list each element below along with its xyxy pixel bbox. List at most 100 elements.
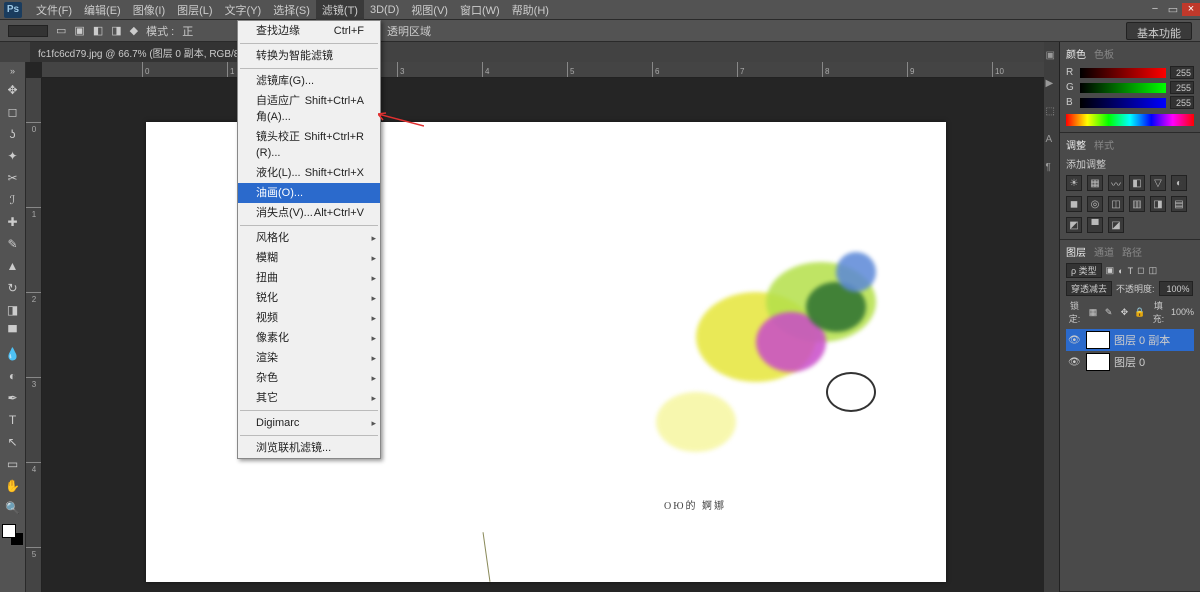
opt-icon[interactable]: ▣	[74, 24, 84, 37]
fg-swatch[interactable]	[2, 524, 16, 538]
tab-layers[interactable]: 图层	[1066, 244, 1086, 259]
menu-item[interactable]: 油画(O)...	[238, 183, 380, 203]
stamp-tool[interactable]: ▲	[2, 256, 24, 276]
crop-tool[interactable]: ✂	[2, 168, 24, 188]
hue-icon[interactable]: ◐	[1171, 175, 1187, 191]
menu-view[interactable]: 视图(V)	[405, 0, 454, 20]
gradient-tool[interactable]: ▀	[2, 322, 24, 342]
lock-paint-icon[interactable]: ✎	[1103, 307, 1115, 318]
menu-item[interactable]: 消失点(V)...Alt+Ctrl+V	[238, 203, 380, 223]
opt-icon[interactable]: ▭	[56, 24, 66, 37]
document-tab[interactable]: fc1fc6cd79.jpg @ 66.7% (图层 0 副本, RGB/8#)…	[30, 42, 271, 63]
menu-help[interactable]: 帮助(H)	[506, 0, 555, 20]
opt-icon[interactable]: ◨	[111, 24, 121, 37]
lock-all-icon[interactable]: 🔒	[1134, 307, 1146, 318]
lock-pos-icon[interactable]: ✥	[1119, 307, 1131, 318]
actions-dock-icon[interactable]: ▶	[1046, 78, 1058, 90]
color-swatches[interactable]	[2, 524, 24, 546]
tab-channels[interactable]: 通道	[1094, 244, 1114, 259]
gradient-map-icon[interactable]: ▀	[1087, 217, 1103, 233]
eraser-tool[interactable]: ◨	[2, 300, 24, 320]
menu-edit[interactable]: 编辑(E)	[78, 0, 127, 20]
menu-item[interactable]: 渲染	[238, 348, 380, 368]
menu-item[interactable]: 视频	[238, 308, 380, 328]
toolbox-collapse-icon[interactable]: »	[10, 66, 15, 76]
menu-item[interactable]: 杂色	[238, 368, 380, 388]
para-dock-icon[interactable]: ¶	[1046, 162, 1058, 174]
menu-item[interactable]: 镜头校正(R)...Shift+Ctrl+R	[238, 127, 380, 163]
exposure-icon[interactable]: ◧	[1129, 175, 1145, 191]
opacity-input[interactable]: 100%	[1159, 281, 1193, 296]
menu-item[interactable]: Digimarc	[238, 413, 380, 433]
minimize-button[interactable]: −	[1146, 3, 1164, 16]
filter-adj-icon[interactable]: ◐	[1118, 266, 1123, 276]
char-dock-icon[interactable]: A	[1046, 134, 1058, 146]
type-tool[interactable]: T	[2, 410, 24, 430]
poster-icon[interactable]: ▤	[1171, 196, 1187, 212]
tab-styles[interactable]: 样式	[1094, 137, 1114, 152]
spectrum-strip[interactable]	[1066, 114, 1194, 126]
opt-icon[interactable]: ◆	[130, 24, 138, 37]
mode-value[interactable]: 正	[182, 23, 193, 39]
properties-dock-icon[interactable]: ⬚	[1046, 106, 1058, 118]
menu-file[interactable]: 文件(F)	[30, 0, 78, 20]
filter-type-icon[interactable]: T	[1128, 266, 1134, 276]
layer-thumb[interactable]	[1086, 353, 1110, 371]
brush-tool[interactable]: ✎	[2, 234, 24, 254]
lock-trans-icon[interactable]: ▦	[1087, 307, 1099, 318]
bw-icon[interactable]: ◼	[1066, 196, 1082, 212]
hand-tool[interactable]: ✋	[2, 476, 24, 496]
blur-tool[interactable]: 💧	[2, 344, 24, 364]
menu-image[interactable]: 图像(I)	[127, 0, 171, 20]
mixer-icon[interactable]: ◫	[1108, 196, 1124, 212]
menu-select[interactable]: 选择(S)	[267, 0, 316, 20]
layer-kind[interactable]: ρ 类型	[1066, 263, 1102, 278]
tab-paths[interactable]: 路径	[1122, 244, 1142, 259]
move-tool[interactable]: ✥	[2, 80, 24, 100]
r-input[interactable]: 255	[1170, 66, 1194, 79]
layer-row[interactable]: 👁 图层 0 副本	[1066, 329, 1194, 351]
vibrance-icon[interactable]: ▽	[1150, 175, 1166, 191]
menu-item[interactable]: 风格化	[238, 228, 380, 248]
wand-tool[interactable]: ✦	[2, 146, 24, 166]
r-slider[interactable]	[1080, 68, 1166, 78]
selective-icon[interactable]: ◪	[1108, 217, 1124, 233]
menu-item[interactable]: 锐化	[238, 288, 380, 308]
visibility-icon[interactable]: 👁	[1068, 335, 1082, 346]
history-dock-icon[interactable]: ▣	[1046, 50, 1058, 62]
ruler-vertical[interactable]: 0 1 2 3 4 5	[26, 78, 42, 592]
threshold-icon[interactable]: ◩	[1066, 217, 1082, 233]
b-slider[interactable]	[1080, 98, 1166, 108]
blend-mode[interactable]: 穿透减去	[1066, 281, 1112, 296]
menu-item[interactable]: 液化(L)...Shift+Ctrl+X	[238, 163, 380, 183]
tab-swatches[interactable]: 色板	[1094, 46, 1114, 61]
menu-item[interactable]: 查找边缘Ctrl+F	[238, 21, 380, 41]
menu-type[interactable]: 文字(Y)	[219, 0, 268, 20]
gradient-swatch[interactable]	[8, 25, 48, 37]
menu-layer[interactable]: 图层(L)	[171, 0, 218, 20]
menu-filter[interactable]: 滤镜(T)	[316, 0, 364, 20]
workspace-switcher[interactable]: 基本功能	[1126, 22, 1192, 40]
menu-window[interactable]: 窗口(W)	[454, 0, 506, 20]
opt-icon[interactable]: ◧	[93, 24, 103, 37]
path-tool[interactable]: ↖	[2, 432, 24, 452]
lasso-tool[interactable]: ʖ	[2, 124, 24, 144]
menu-item[interactable]: 模糊	[238, 248, 380, 268]
levels-icon[interactable]: ▦	[1087, 175, 1103, 191]
menu-item[interactable]: 自适应广角(A)...Shift+Ctrl+A	[238, 91, 380, 127]
b-input[interactable]: 255	[1170, 96, 1194, 109]
menu-item[interactable]: 扭曲	[238, 268, 380, 288]
eyedropper-tool[interactable]: ℐ	[2, 190, 24, 210]
menu-item[interactable]: 像素化	[238, 328, 380, 348]
curves-icon[interactable]: 〰	[1108, 175, 1124, 191]
ruler-horizontal[interactable]: 0 1 2 3 4 5 6 7 8 9 10	[42, 62, 1044, 78]
shape-tool[interactable]: ▭	[2, 454, 24, 474]
visibility-icon[interactable]: 👁	[1068, 357, 1082, 368]
g-input[interactable]: 255	[1170, 81, 1194, 94]
g-slider[interactable]	[1080, 83, 1166, 93]
menu-item[interactable]: 滤镜库(G)...	[238, 71, 380, 91]
menu-item[interactable]: 转换为智能滤镜	[238, 46, 380, 66]
menu-item[interactable]: 浏览联机滤镜...	[238, 438, 380, 458]
dodge-tool[interactable]: ◐	[2, 366, 24, 386]
maximize-button[interactable]: ▭	[1164, 3, 1182, 16]
